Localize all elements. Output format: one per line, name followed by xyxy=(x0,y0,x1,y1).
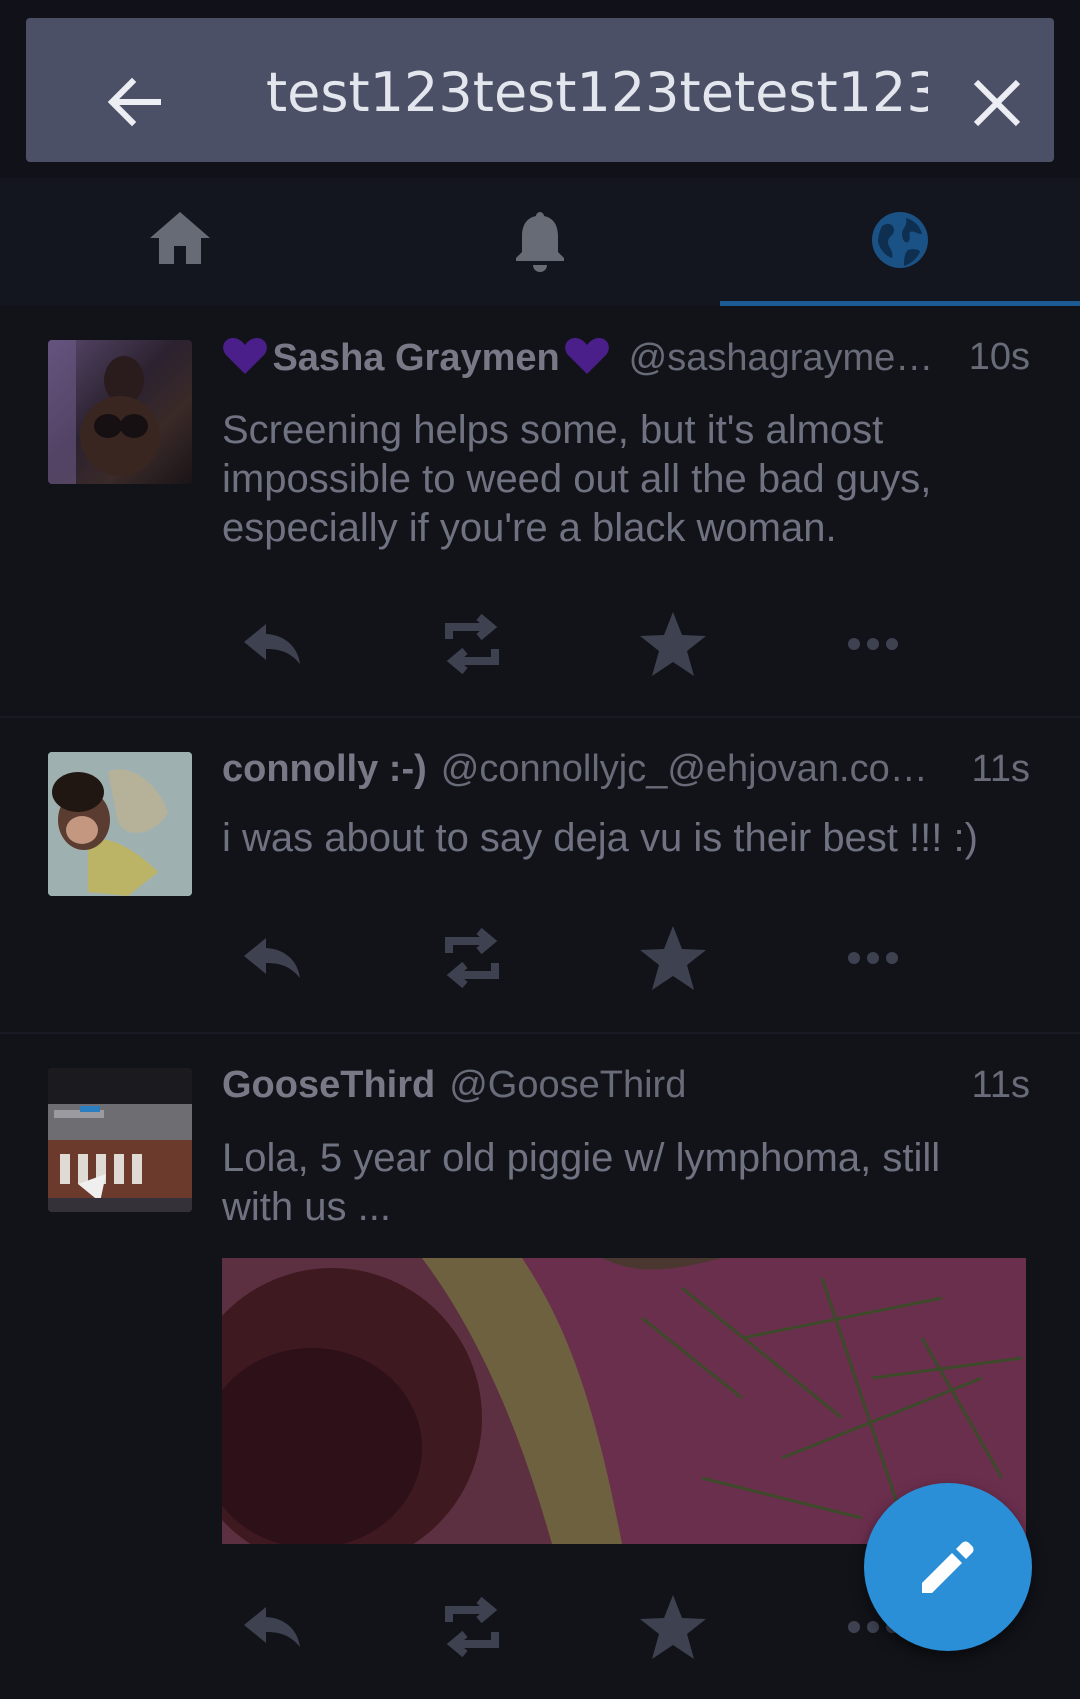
display-name[interactable]: connolly :-) xyxy=(222,748,427,790)
status-header: GooseThird @GooseThird 11s xyxy=(222,1064,1030,1114)
boost-icon xyxy=(445,613,499,675)
boost-button[interactable] xyxy=(427,604,517,684)
timeline-tabs xyxy=(0,178,1080,306)
favourite-button[interactable] xyxy=(628,1587,718,1667)
pencil-icon xyxy=(922,1541,974,1593)
status-actions xyxy=(222,918,962,998)
status-actions xyxy=(222,1587,962,1667)
reply-button[interactable] xyxy=(227,604,317,684)
avatar[interactable] xyxy=(48,340,192,484)
bell-icon xyxy=(516,212,564,272)
more-button[interactable] xyxy=(828,604,918,684)
reply-icon xyxy=(244,624,300,664)
status-header: connolly :-) @connollyjc_@ehjovan.co… 11s xyxy=(222,748,1030,798)
boost-icon xyxy=(445,1596,499,1658)
reply-icon xyxy=(244,1607,300,1647)
boost-icon xyxy=(445,927,499,989)
close-icon[interactable] xyxy=(970,76,1024,130)
star-icon xyxy=(640,1595,706,1659)
search-input[interactable] xyxy=(266,54,928,130)
avatar[interactable] xyxy=(48,752,192,896)
favourite-button[interactable] xyxy=(628,918,718,998)
home-icon xyxy=(150,212,210,264)
avatar-image xyxy=(48,1068,192,1212)
tab-home[interactable] xyxy=(0,178,360,306)
avatar[interactable] xyxy=(48,1068,192,1212)
reply-button[interactable] xyxy=(227,1587,317,1667)
tab-federated[interactable] xyxy=(720,178,1080,306)
status-content: Lola, 5 year old piggie w/ lymphoma, sti… xyxy=(222,1136,941,1229)
status-item[interactable]: Sasha Graymen @sashagrayme… 10s Screenin… xyxy=(0,308,1080,716)
avatar-image xyxy=(48,752,192,896)
account-handle[interactable]: @sashagrayme… xyxy=(629,337,934,379)
more-icon xyxy=(848,952,898,964)
globe-icon xyxy=(872,212,928,268)
avatar-image xyxy=(48,340,160,484)
more-icon xyxy=(848,638,898,650)
reply-icon xyxy=(244,938,300,978)
tab-notifications[interactable] xyxy=(360,178,720,306)
star-icon xyxy=(640,926,706,990)
account-handle[interactable]: @connollyjc_@ehjovan.co… xyxy=(441,748,928,790)
status-content: i was about to say deja vu is their best… xyxy=(222,816,978,860)
reply-button[interactable] xyxy=(227,918,317,998)
boost-button[interactable] xyxy=(427,1587,517,1667)
status-item[interactable]: connolly :-) @connollyjc_@ehjovan.co… 11s… xyxy=(0,718,1080,1032)
status-actions xyxy=(222,604,962,684)
account-handle[interactable]: @GooseThird xyxy=(449,1064,686,1106)
boost-button[interactable] xyxy=(427,918,517,998)
timestamp: 10s xyxy=(968,336,1030,378)
favourite-button[interactable] xyxy=(628,604,718,684)
timestamp: 11s xyxy=(971,1064,1030,1106)
display-name[interactable]: GooseThird xyxy=(222,1064,435,1106)
purple-heart-emoji xyxy=(560,338,615,374)
star-icon xyxy=(640,612,706,676)
compose-button[interactable] xyxy=(864,1483,1032,1651)
back-arrow-icon[interactable] xyxy=(104,72,164,132)
search-bar xyxy=(26,18,1054,162)
more-button[interactable] xyxy=(828,918,918,998)
display-name[interactable]: Sasha Graymen xyxy=(272,337,559,379)
purple-heart-emoji xyxy=(222,338,272,374)
status-header: Sasha Graymen @sashagrayme… 10s xyxy=(222,336,1030,386)
status-content: Screening helps some, but it's almost im… xyxy=(222,408,932,550)
timestamp: 11s xyxy=(971,748,1030,790)
